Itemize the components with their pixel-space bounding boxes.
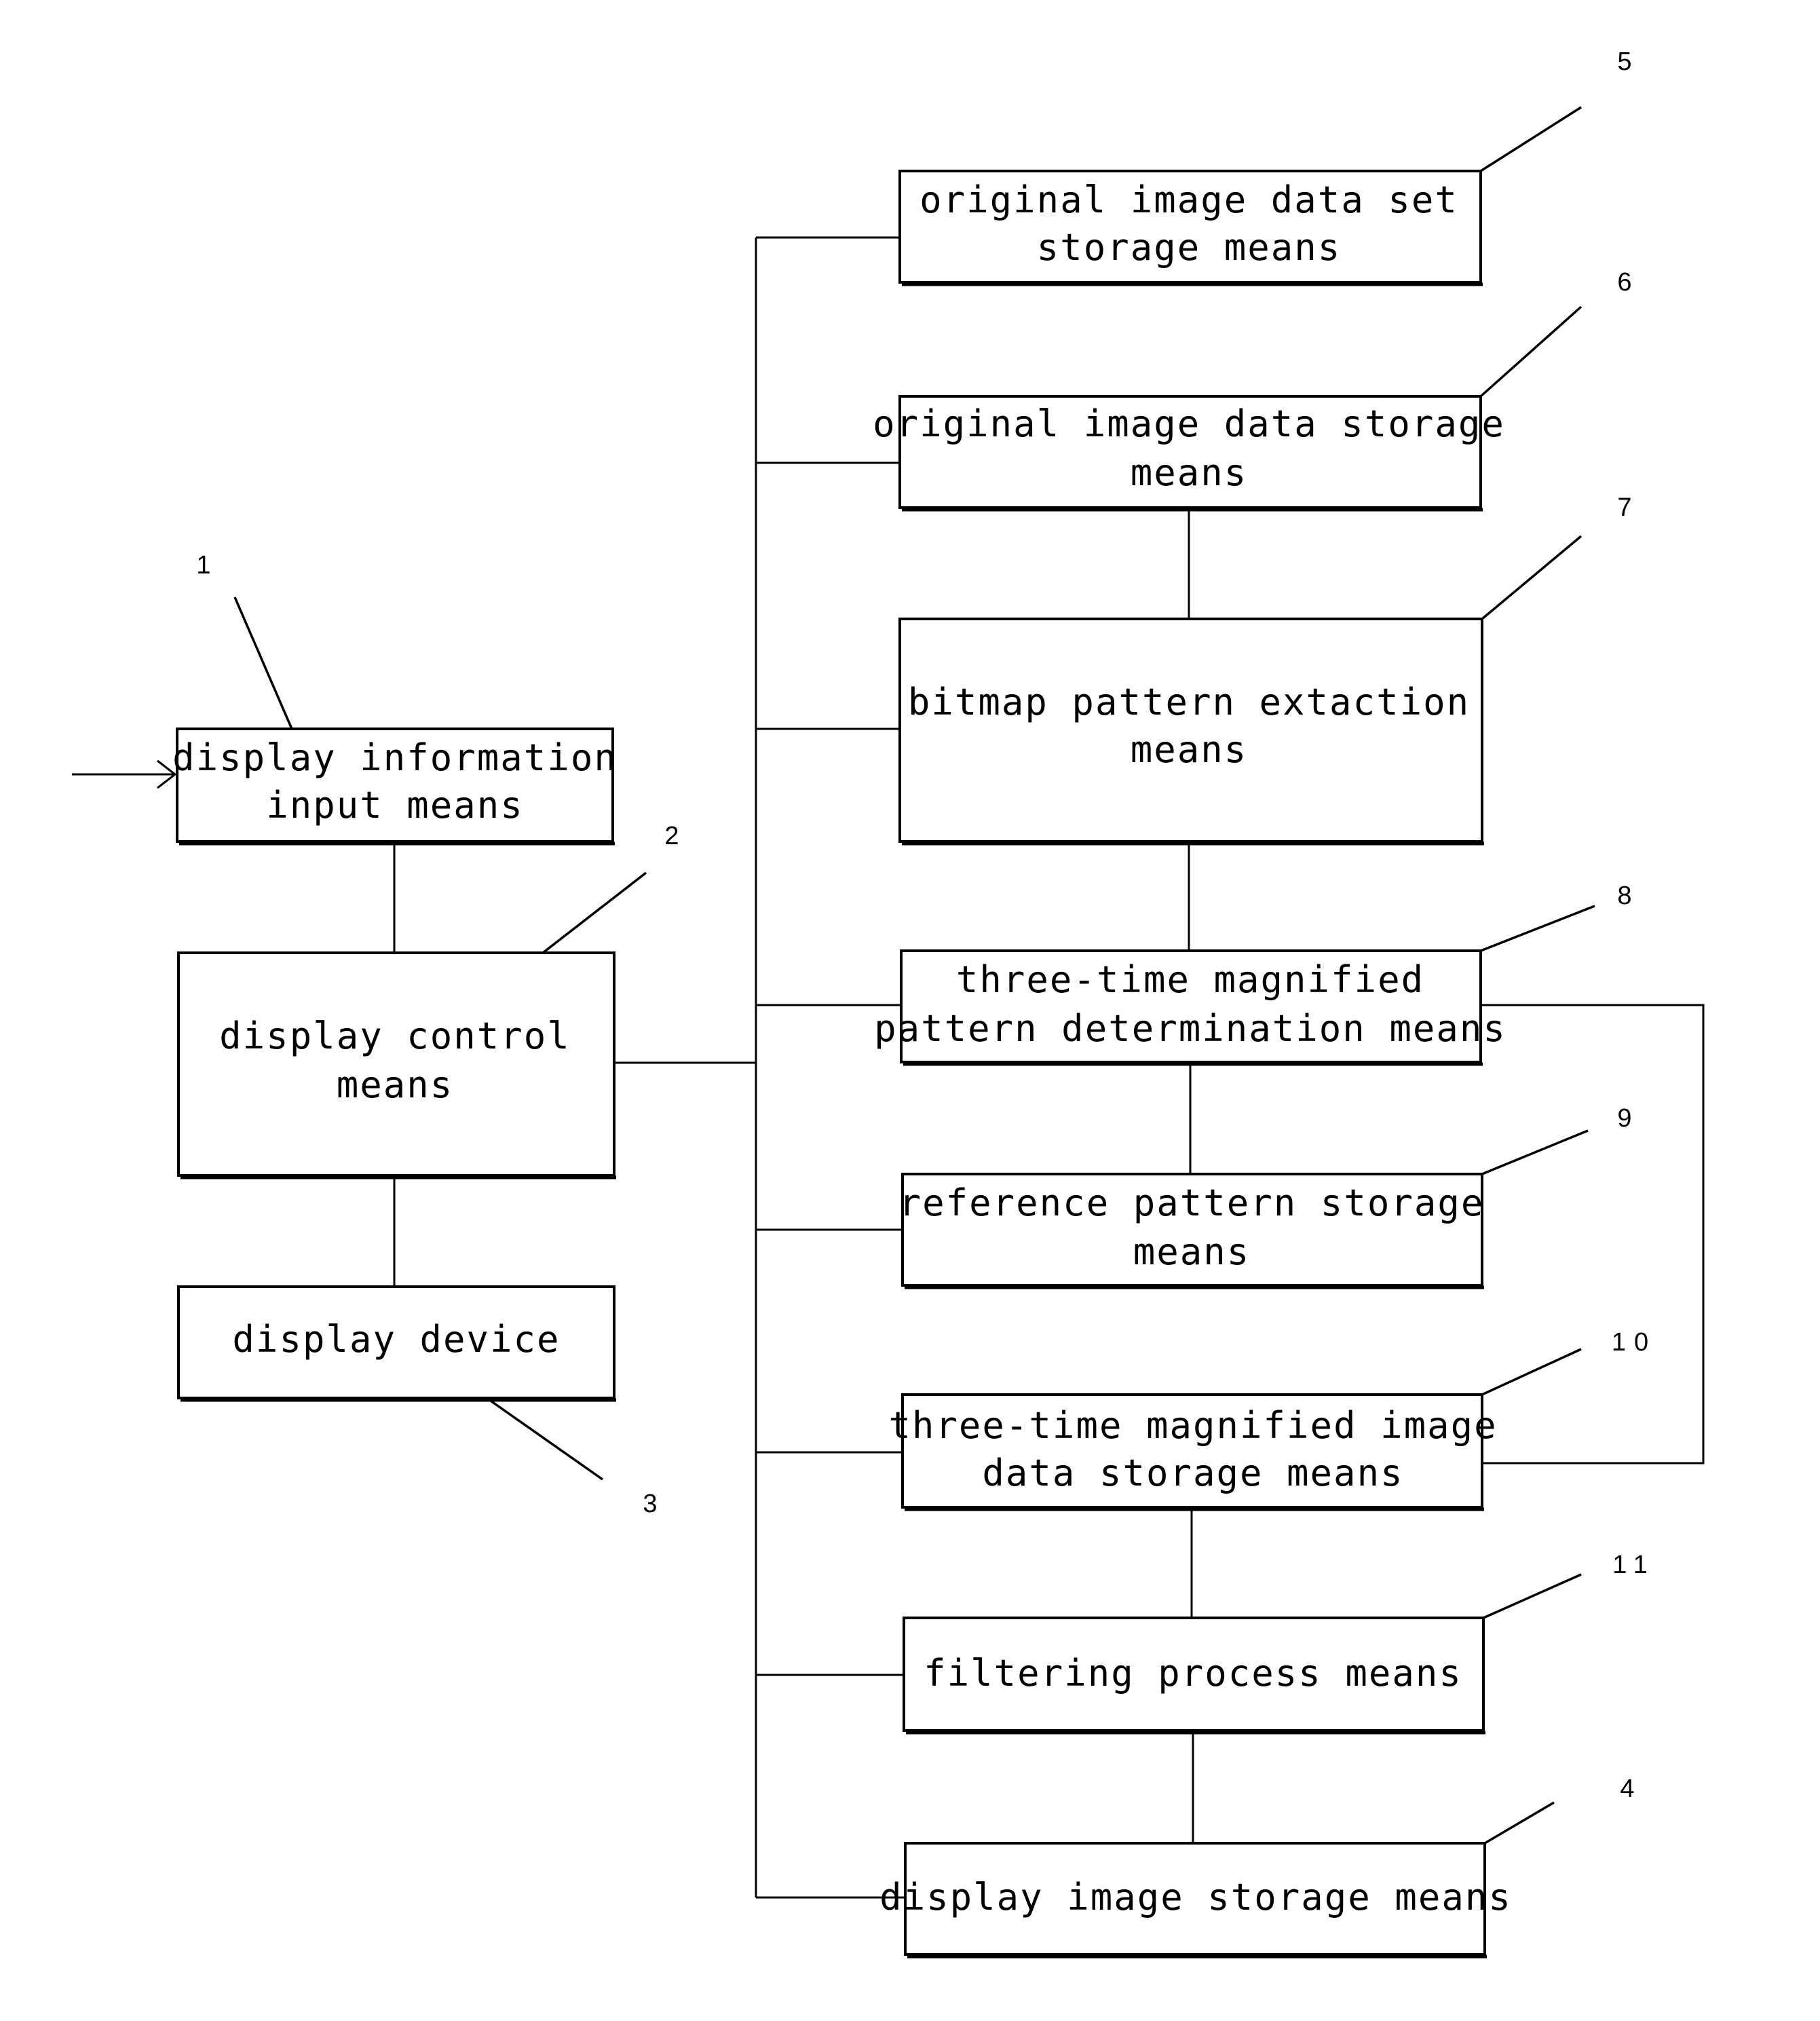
block-9-line-2: means (1133, 1230, 1251, 1273)
block-diagram: display information input means display … (0, 0, 1820, 2021)
reference-numerals: 1 2 3 5 6 7 8 9 10 11 4 (196, 48, 1656, 1803)
block-11-line-1: filtering process means (924, 1652, 1462, 1695)
block-1-line-1: display information (172, 736, 618, 779)
ref-label-1: 1 (196, 551, 219, 580)
ref-label-2: 2 (664, 822, 687, 850)
block-2-line-1: display control (219, 1015, 571, 1057)
block-8-line-1: three-time magnified (956, 958, 1424, 1001)
ref-label-9: 9 (1617, 1104, 1639, 1133)
block-7: bitmap pattern extaction means (898, 618, 1484, 846)
block-2-line-2: means (337, 1063, 454, 1106)
leader-3 (487, 1398, 604, 1481)
feedback-8-10 (1482, 1004, 1705, 1465)
ref-label-6: 6 (1617, 268, 1639, 297)
block-9-line-1: reference pattern storage (899, 1182, 1485, 1224)
block-1: display information input means (172, 728, 618, 846)
block-11: filtering process means (903, 1617, 1485, 1735)
leader-7 (1481, 535, 1582, 620)
leader-5 (1480, 106, 1582, 172)
ref-label-5: 5 (1617, 48, 1639, 76)
leader-1 (233, 597, 293, 730)
leader-4 (1484, 1801, 1555, 1845)
block-8: three-time magnified pattern determinati… (874, 949, 1506, 1066)
block-7-line-1: bitmap pattern extaction (908, 681, 1470, 723)
leader-11 (1483, 1573, 1582, 1619)
block-7-line-2: means (1131, 728, 1248, 771)
block-10-line-1: three-time magnified image (888, 1404, 1497, 1447)
leader-9 (1481, 1129, 1589, 1175)
block-5-line-1: original image data set (920, 178, 1458, 221)
block-3-line-1: display device (232, 1318, 560, 1361)
block-9: reference pattern storage means (899, 1173, 1485, 1289)
block-5: original image data set storage means (898, 170, 1483, 286)
block-6: original image data storage means (873, 395, 1505, 512)
block-1-line-2: input means (266, 784, 524, 827)
ref-label-7: 7 (1617, 493, 1639, 522)
ref-label-11: 11 (1612, 1551, 1655, 1579)
block-10: three-time magnified image data storage … (888, 1393, 1497, 1511)
block-3: display device (177, 1285, 616, 1402)
ref-label-8: 8 (1617, 882, 1639, 910)
leader-2 (542, 871, 647, 954)
block-4-line-1: display image storage means (879, 1876, 1512, 1919)
leader-8 (1480, 905, 1595, 952)
leader-6 (1479, 305, 1582, 398)
block-6-line-2: means (1131, 451, 1248, 494)
block-4: display image storage means (879, 1842, 1512, 1959)
block-5-line-2: storage means (1037, 226, 1342, 269)
ref-label-4: 4 (1620, 1775, 1642, 1803)
block-8-line-2: pattern determination means (874, 1007, 1506, 1050)
ref-label-3: 3 (643, 1490, 665, 1518)
block-10-line-2: data storage means (982, 1452, 1403, 1494)
ref-label-10: 10 (1612, 1328, 1656, 1357)
block-6-line-1: original image data storage (873, 402, 1505, 445)
block-2: display control means (177, 951, 616, 1179)
leader-10 (1481, 1348, 1582, 1396)
